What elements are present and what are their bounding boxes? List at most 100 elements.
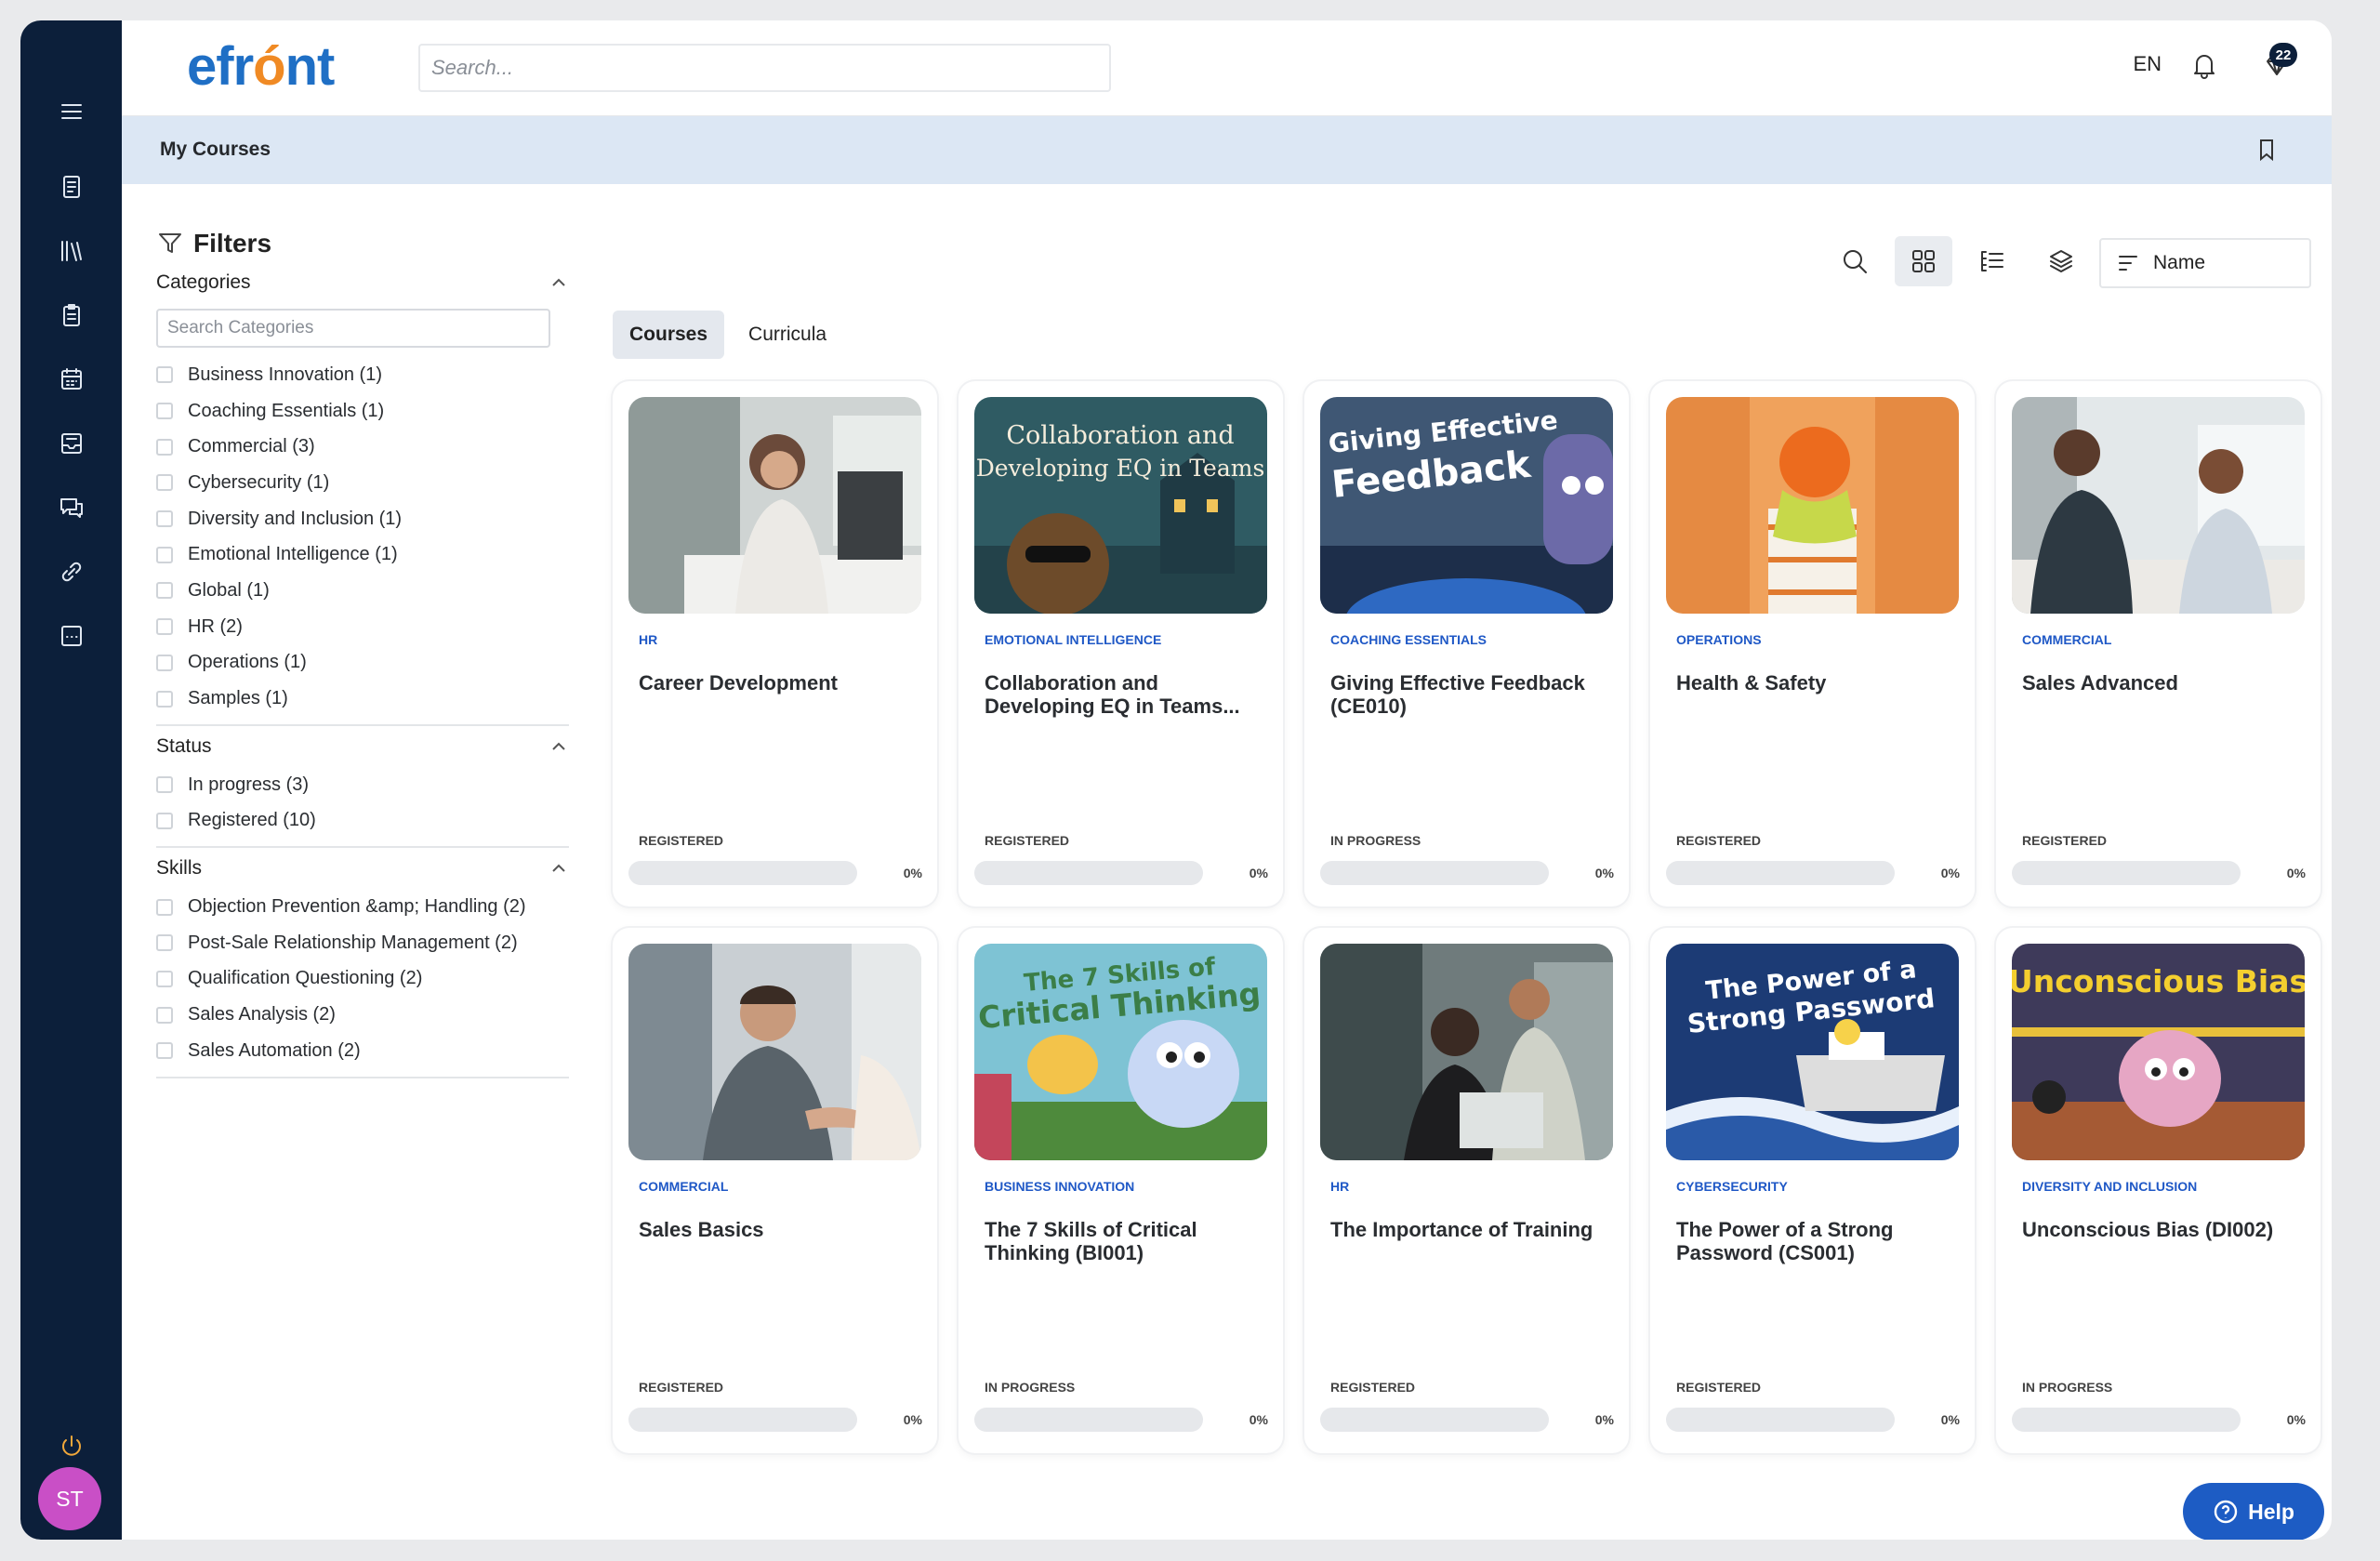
checkbox[interactable]	[156, 690, 173, 708]
course-thumbnail[interactable]: Collaboration and Developing EQ in Teams	[974, 397, 1267, 614]
course-card[interactable]: Collaboration and Developing EQ in Teams E…	[959, 381, 1283, 906]
course-title[interactable]: Health & Safety	[1676, 671, 1955, 695]
checkbox[interactable]	[156, 474, 173, 492]
checkbox[interactable]	[156, 618, 173, 636]
category-filter-item[interactable]: Coaching Essentials (1)	[156, 393, 569, 430]
course-title[interactable]: Collaboration and Developing EQ in Teams…	[985, 671, 1263, 718]
category-filter-item[interactable]: Global (1)	[156, 573, 569, 609]
more-apps-icon[interactable]	[20, 615, 122, 656]
course-card[interactable]: HR The Importance of Training REGISTERED 0%	[1304, 928, 1629, 1453]
chat-icon[interactable]	[20, 487, 122, 528]
status-header[interactable]: Status	[156, 726, 569, 767]
skill-filter-item[interactable]: Post-Sale Relationship Management (2)	[156, 925, 569, 961]
checkbox[interactable]	[156, 934, 173, 952]
checkbox[interactable]	[156, 776, 173, 794]
category-filter-item[interactable]: Diversity and Inclusion (1)	[156, 501, 569, 537]
assignments-icon[interactable]	[20, 295, 122, 336]
efront-logo[interactable]: efrónt	[187, 35, 335, 98]
course-thumbnail[interactable]	[1320, 944, 1613, 1160]
global-search-input[interactable]: Search...	[418, 44, 1111, 92]
progress-percent: 0%	[1249, 866, 1268, 880]
category-filter-item[interactable]: Samples (1)	[156, 681, 569, 717]
course-title[interactable]: Career Development	[639, 671, 918, 695]
course-category: COMMERCIAL	[2022, 632, 2112, 647]
course-card[interactable]: COMMERCIAL Sales Basics REGISTERED 0%	[613, 928, 937, 1453]
checkbox[interactable]	[156, 1042, 173, 1060]
bell-icon[interactable]	[2184, 45, 2225, 86]
course-title[interactable]: Sales Basics	[639, 1218, 918, 1241]
category-filter-item[interactable]: Commercial (3)	[156, 429, 569, 465]
skills-header[interactable]: Skills	[156, 848, 569, 889]
checkbox[interactable]	[156, 510, 173, 528]
bookmark-icon[interactable]	[2250, 133, 2283, 166]
checkbox[interactable]	[156, 546, 173, 563]
app-frame: ST efrónt Search... EN 22 My Courses Fil…	[20, 20, 2332, 1540]
course-title[interactable]: The Power of a Strong Password (CS001)	[1676, 1218, 1955, 1264]
category-filter-item[interactable]: Operations (1)	[156, 645, 569, 681]
categories-header[interactable]: Categories	[156, 262, 569, 303]
status-filter-item[interactable]: Registered (10)	[156, 803, 569, 840]
checkbox[interactable]	[156, 898, 173, 916]
user-avatar[interactable]: ST	[38, 1467, 101, 1530]
checkbox[interactable]	[156, 1006, 173, 1024]
status-filter-item[interactable]: In progress (3)	[156, 767, 569, 803]
course-card[interactable]: The Power of a Strong Password CYBERSECURI…	[1650, 928, 1975, 1453]
link-icon[interactable]	[20, 551, 122, 592]
help-button[interactable]: Help	[2183, 1483, 2324, 1540]
skill-filter-item[interactable]: Sales Automation (2)	[156, 1033, 569, 1069]
course-thumbnail[interactable]: Unconscious Bias	[2012, 944, 2305, 1160]
course-thumbnail[interactable]	[628, 944, 921, 1160]
skill-filter-item[interactable]: Sales Analysis (2)	[156, 997, 569, 1033]
course-thumbnail[interactable]: Giving Effective Feedback	[1320, 397, 1613, 614]
search-categories-input[interactable]: Search Categories	[156, 309, 550, 348]
checkbox[interactable]	[156, 366, 173, 384]
calendar-icon[interactable]	[20, 359, 122, 400]
power-icon[interactable]	[20, 1426, 122, 1467]
library-icon[interactable]	[20, 231, 122, 271]
gamification-gem-icon[interactable]: 22	[2256, 43, 2297, 86]
course-card[interactable]: COMMERCIAL Sales Advanced REGISTERED 0%	[1996, 381, 2320, 906]
course-title[interactable]: Sales Advanced	[2022, 671, 2301, 695]
category-filter-item[interactable]: Business Innovation (1)	[156, 357, 569, 393]
course-card[interactable]: Unconscious Bias DIVERSITY AND INCLUSION U…	[1996, 928, 2320, 1453]
search-icon[interactable]	[1826, 236, 1884, 286]
layers-icon[interactable]	[2032, 236, 2090, 286]
skill-filter-item[interactable]: Qualification Questioning (2)	[156, 961, 569, 998]
course-card[interactable]: HR Career Development REGISTERED 0%	[613, 381, 937, 906]
category-filter-item[interactable]: Emotional Intelligence (1)	[156, 536, 569, 573]
category-filter-item[interactable]: Cybersecurity (1)	[156, 465, 569, 501]
course-title[interactable]: The 7 Skills of Critical Thinking (BI001…	[985, 1218, 1263, 1264]
course-thumbnail[interactable]	[1666, 397, 1959, 614]
course-thumbnail[interactable]	[2012, 397, 2305, 614]
course-card[interactable]: Giving Effective Feedback COACHING ESSENTI…	[1304, 381, 1629, 906]
course-title[interactable]: Unconscious Bias (DI002)	[2022, 1218, 2301, 1241]
course-thumbnail[interactable]: The 7 Skills of Critical Thinking	[974, 944, 1267, 1160]
language-selector[interactable]: EN	[2133, 52, 2162, 76]
checkbox[interactable]	[156, 812, 173, 829]
tab-curricula[interactable]: Curricula	[732, 311, 843, 359]
courses-icon[interactable]	[20, 166, 122, 207]
skill-filter-item[interactable]: Objection Prevention &amp; Handling (2)	[156, 889, 569, 925]
course-title[interactable]: Giving Effective Feedback (CE010)	[1330, 671, 1609, 718]
checkbox[interactable]	[156, 970, 173, 987]
checkbox[interactable]	[156, 654, 173, 671]
progress-bar	[974, 1408, 1203, 1432]
grid-view-icon[interactable]	[1895, 236, 1952, 286]
menu-icon[interactable]	[20, 91, 122, 132]
tab-courses[interactable]: Courses	[613, 311, 725, 359]
course-status: IN PROGRESS	[1330, 833, 1421, 848]
filter-item-label: Diversity and Inclusion (1)	[188, 508, 403, 529]
checkbox[interactable]	[156, 582, 173, 600]
course-thumbnail[interactable]: The Power of a Strong Password	[1666, 944, 1959, 1160]
course-card[interactable]: The 7 Skills of Critical Thinking BUSINESS…	[959, 928, 1283, 1453]
course-title[interactable]: The Importance of Training	[1330, 1218, 1609, 1241]
category-filter-item[interactable]: HR (2)	[156, 609, 569, 645]
course-thumbnail[interactable]	[628, 397, 921, 614]
list-view-icon[interactable]	[1964, 236, 2021, 286]
inbox-icon[interactable]	[20, 423, 122, 464]
checkbox[interactable]	[156, 403, 173, 420]
course-category: HR	[639, 632, 658, 647]
course-card[interactable]: OPERATIONS Health & Safety REGISTERED 0%	[1650, 381, 1975, 906]
sort-dropdown[interactable]: Name	[2099, 238, 2311, 288]
checkbox[interactable]	[156, 438, 173, 456]
